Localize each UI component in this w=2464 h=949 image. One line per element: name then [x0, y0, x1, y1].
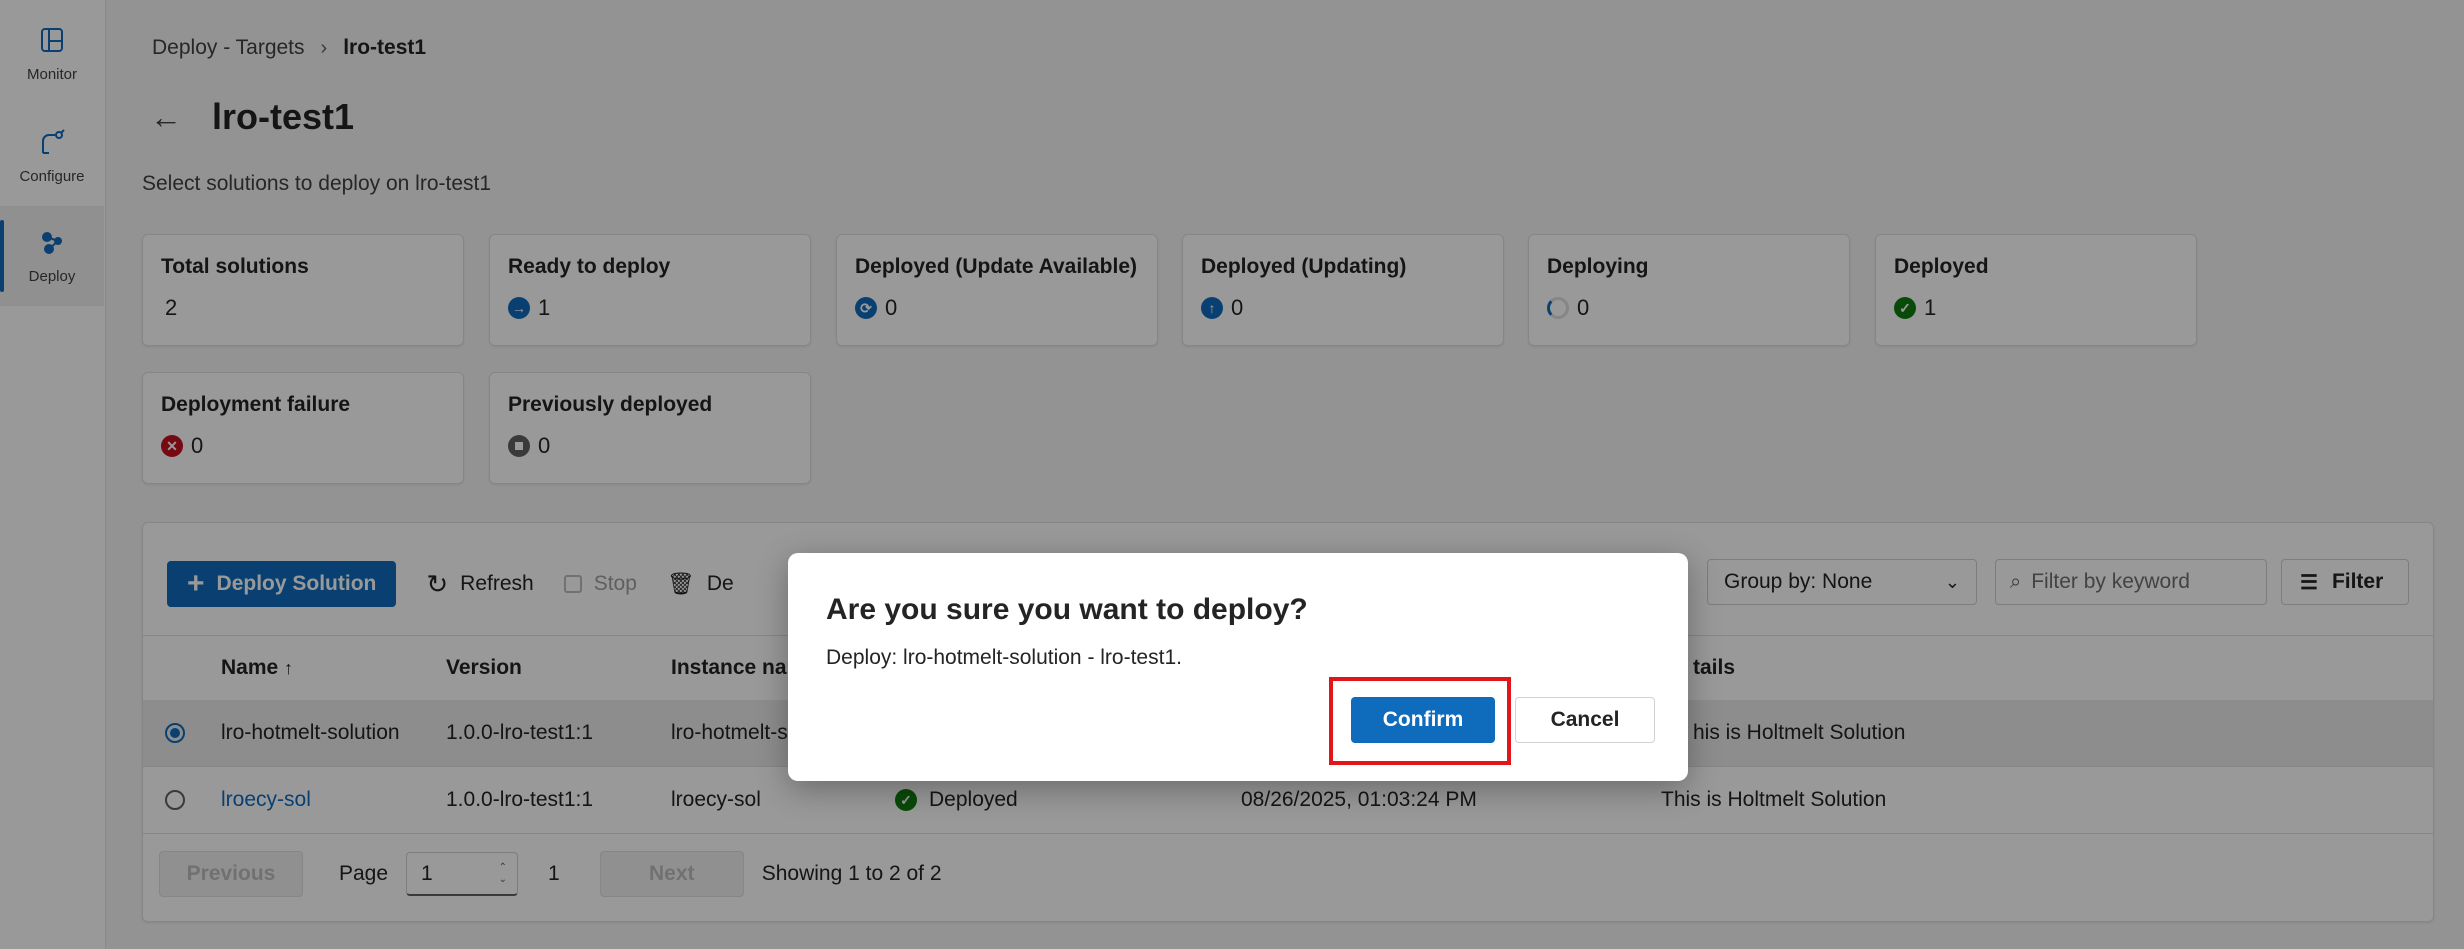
modal-overlay[interactable] — [0, 0, 2464, 949]
cancel-button[interactable]: Cancel — [1515, 697, 1655, 743]
dialog-message: Deploy: lro-hotmelt-solution - lro-test1… — [826, 646, 1182, 669]
confirm-deploy-dialog: Are you sure you want to deploy? Deploy:… — [788, 553, 1688, 781]
dialog-title: Are you sure you want to deploy? — [826, 593, 1308, 626]
confirm-button[interactable]: Confirm — [1351, 697, 1495, 743]
